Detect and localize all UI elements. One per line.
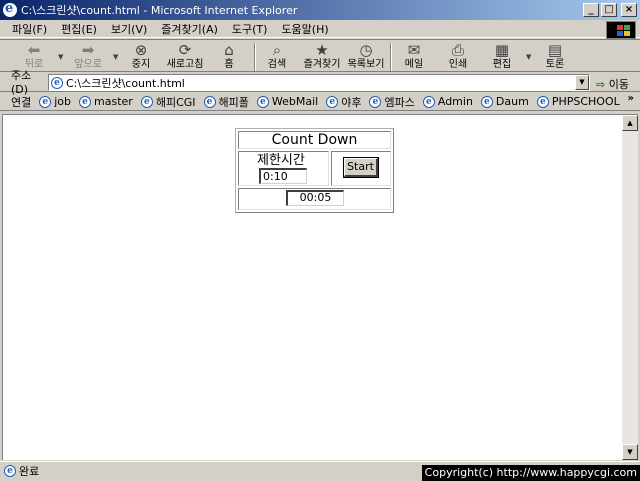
link-phpschool[interactable]: e PHPSCHOOL	[536, 95, 620, 108]
address-value: C:\스크린샷\count.html	[66, 76, 185, 90]
link-icon: e	[39, 95, 52, 108]
menu-edit[interactable]: 편집(E)	[61, 21, 97, 37]
links-label: 연결	[11, 95, 32, 109]
print-button[interactable]: ⎙ 인쇄	[434, 42, 482, 72]
window-title: C:\스크린샷\count.html - Microsoft Internet …	[21, 4, 298, 17]
discuss-icon: ▤	[547, 41, 563, 59]
start-button[interactable]: Start	[343, 157, 379, 178]
minimize-button[interactable]: _	[583, 3, 599, 17]
link-icon: e	[369, 95, 382, 108]
link-icon: e	[326, 95, 339, 108]
back-arrow-icon: ⬅	[27, 41, 41, 59]
link-happypoll[interactable]: e 해피폴	[203, 94, 249, 110]
page-status-icon: e	[4, 465, 16, 477]
link-master[interactable]: e master	[79, 95, 133, 108]
printer-icon: ⎙	[451, 41, 464, 59]
status-bar: e 완료 Copyright(c) http://www.happycgi.co…	[0, 461, 640, 481]
scroll-down-button[interactable]: ▼	[622, 444, 638, 460]
link-icon: e	[79, 95, 92, 108]
time-limit-input[interactable]	[259, 168, 307, 184]
link-icon: e	[203, 95, 216, 108]
forward-arrow-icon: ➡	[81, 41, 95, 59]
links-bar: 연결 e job e master e 해피CGI e 해피폴 e WebMail e 야후…	[0, 93, 640, 111]
stop-button[interactable]: ⊗ 중지	[117, 42, 165, 72]
link-job[interactable]: e job	[39, 95, 71, 108]
links-more-button[interactable]: »	[628, 93, 634, 104]
link-icon: e	[422, 95, 435, 108]
windows-logo-icon	[606, 21, 636, 39]
status-text: e 완료	[4, 463, 39, 479]
menu-help[interactable]: 도움말(H)	[281, 21, 328, 37]
copyright-notice: Copyright(c) http://www.happycgi.com	[421, 465, 640, 481]
link-happycgi[interactable]: e 해피CGI	[140, 94, 196, 110]
back-dropdown-icon[interactable]: ▼	[58, 53, 63, 61]
menu-bar: 파일(F) 편집(E) 보기(V) 즐겨찾기(A) 도구(T) 도움말(H)	[0, 20, 640, 38]
address-bar: 주소(D) e C:\스크린샷\count.html ▼ ⇨ 이동	[0, 69, 640, 96]
link-icon: e	[140, 95, 153, 108]
link-icon: e	[480, 95, 493, 108]
link-daum[interactable]: e Daum	[480, 95, 529, 108]
time-display-cell: 00:05	[238, 188, 391, 210]
title-bar: C:\스크린샷\count.html - Microsoft Internet …	[0, 0, 640, 20]
time-limit-cell: 제한시간	[238, 151, 329, 186]
link-yahoo[interactable]: e 야후	[326, 94, 361, 110]
refresh-button[interactable]: ⟳ 새로고침	[161, 42, 209, 72]
favorites-folder-icon: ★	[315, 41, 329, 59]
search-icon: ⌕	[272, 41, 282, 59]
address-label: 주소(D)	[11, 69, 32, 96]
favorites-button[interactable]: ★ 즐겨찾기	[298, 42, 346, 72]
start-cell: Start	[331, 151, 391, 186]
go-arrow-icon: ⇨	[596, 78, 606, 91]
home-button[interactable]: ⌂ 홈	[205, 42, 253, 72]
mail-button[interactable]: ✉ 메일	[390, 42, 438, 72]
edit-button[interactable]: ▦ 편집	[478, 42, 526, 72]
menu-favorites[interactable]: 즐겨찾기(A)	[161, 21, 218, 37]
mail-icon: ✉	[407, 41, 421, 59]
scroll-up-button[interactable]: ▲	[622, 115, 638, 131]
link-empas[interactable]: e 엠파스	[369, 94, 415, 110]
window-controls: _ □ ×	[583, 3, 637, 17]
ie-logo-icon	[3, 1, 17, 17]
page-viewport: Count Down 제한시간 Start 00:05 ▲ ▼	[2, 114, 638, 460]
link-icon: e	[256, 95, 269, 108]
stop-icon: ⊗	[134, 41, 148, 59]
history-icon: ◷	[359, 41, 373, 59]
link-icon: e	[536, 95, 549, 108]
forward-button[interactable]: ➡ 앞으로	[64, 42, 112, 72]
go-button[interactable]: ⇨ 이동	[596, 76, 629, 92]
refresh-icon: ⟳	[178, 41, 192, 59]
countdown-title: Count Down	[238, 131, 391, 149]
history-button[interactable]: ◷ 목록보기	[342, 42, 390, 72]
address-dropdown-button[interactable]: ▼	[575, 75, 589, 90]
remaining-time-display: 00:05	[286, 190, 344, 206]
vertical-scrollbar[interactable]: ▲ ▼	[622, 115, 638, 460]
time-limit-label: 제한시간	[257, 153, 305, 168]
discuss-button[interactable]: ▤ 토론	[531, 42, 579, 72]
home-icon: ⌂	[224, 41, 234, 59]
link-admin[interactable]: e Admin	[422, 95, 473, 108]
link-webmail[interactable]: e WebMail	[256, 95, 318, 108]
standard-toolbar: ⬅ 뒤로 ▼ ➡ 앞으로 ▼ ⊗ 중지 ⟳ 새로고침 ⌂ 홈 ⌕ 검색 ★ 즐겨…	[0, 39, 640, 72]
edit-document-icon: ▦	[494, 41, 510, 59]
menu-view[interactable]: 보기(V)	[111, 21, 147, 37]
address-input[interactable]: e C:\스크린샷\count.html ▼	[48, 74, 590, 91]
search-button[interactable]: ⌕ 검색	[253, 42, 301, 72]
menu-tools[interactable]: 도구(T)	[232, 21, 268, 37]
menu-file[interactable]: 파일(F)	[12, 21, 47, 37]
countdown-table: Count Down 제한시간 Start 00:05	[235, 128, 394, 213]
maximize-button[interactable]: □	[601, 3, 617, 17]
close-button[interactable]: ×	[621, 3, 637, 17]
page-icon: e	[51, 76, 63, 89]
